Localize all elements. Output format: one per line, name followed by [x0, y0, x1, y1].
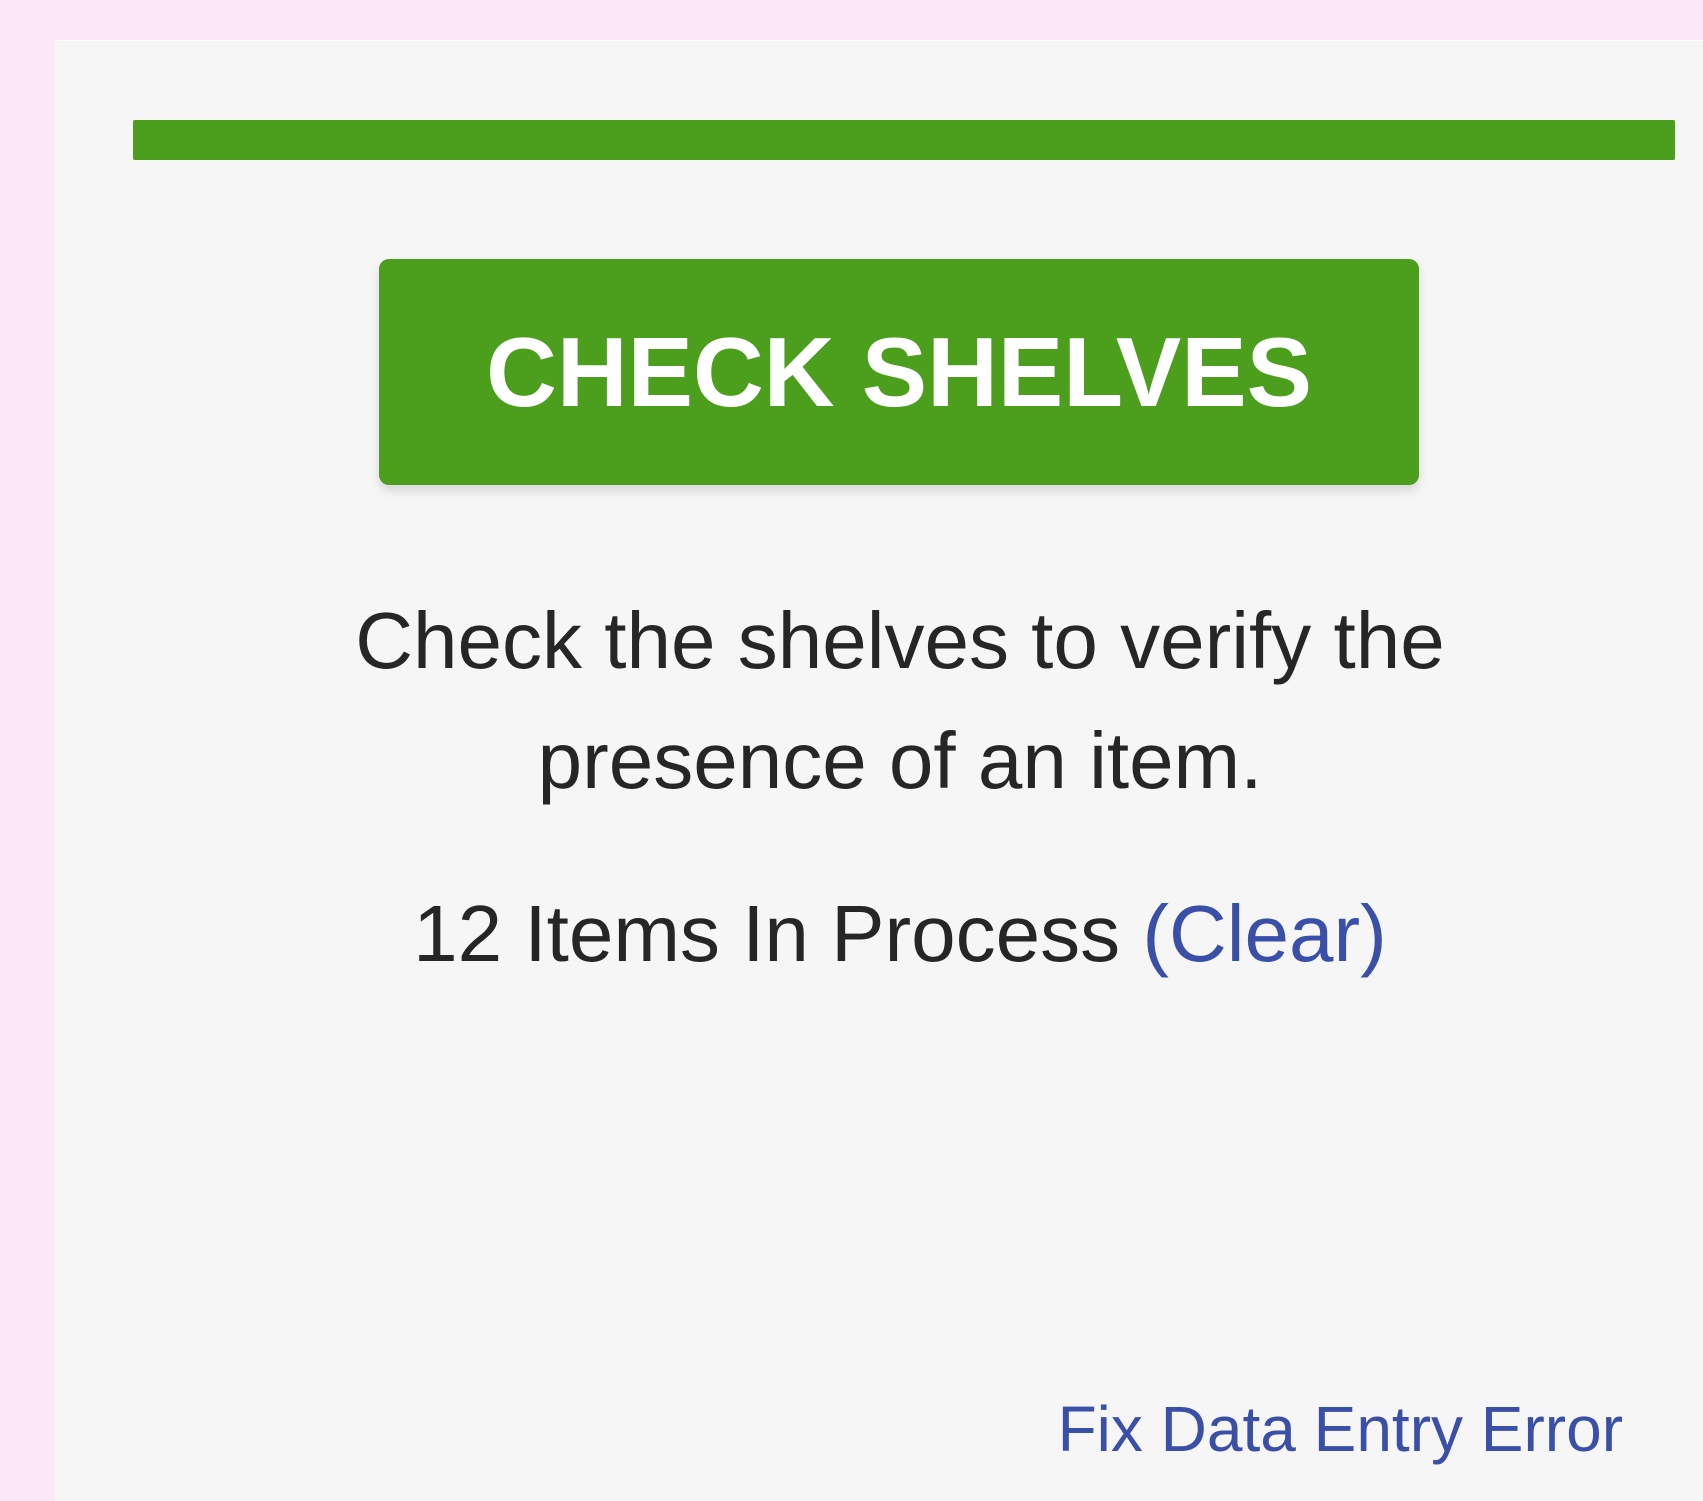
clear-link[interactable]: (Clear): [1142, 889, 1386, 978]
items-status: 12 Items In Process (Clear): [205, 879, 1595, 989]
instruction-text: Check the shelves to verify the presence…: [355, 596, 1445, 805]
progress-bar: [133, 120, 1675, 160]
content-panel: CHECK SHELVES Check the shelves to verif…: [55, 40, 1703, 1501]
items-count-text: 12 Items In Process: [413, 889, 1143, 978]
check-shelves-button[interactable]: CHECK SHELVES: [379, 259, 1419, 485]
fix-data-entry-error-link[interactable]: Fix Data Entry Error: [1058, 1389, 1623, 1469]
